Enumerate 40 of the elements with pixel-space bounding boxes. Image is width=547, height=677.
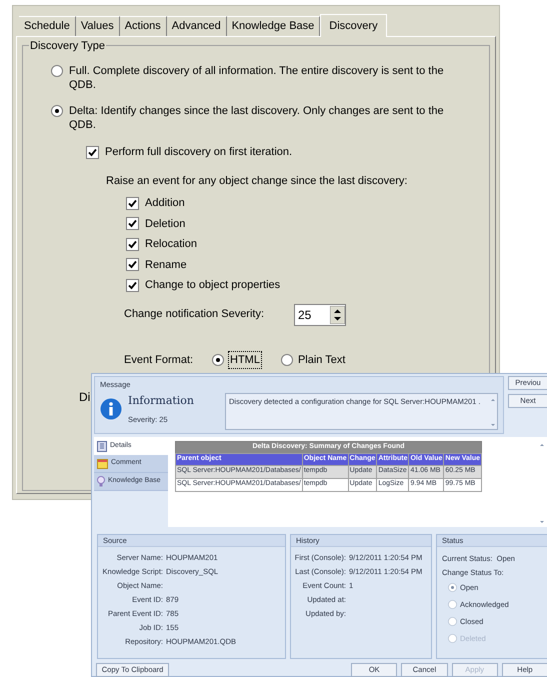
tab[interactable]: Advanced: [166, 16, 227, 36]
checkbox[interactable]: [126, 196, 139, 210]
radio-button[interactable]: [51, 65, 63, 77]
radio-button[interactable]: [448, 583, 457, 592]
radio-button[interactable]: [280, 354, 293, 366]
option-label: Plain Text: [298, 352, 346, 368]
checkbox-label: Deletion: [145, 216, 186, 232]
checkbox[interactable]: [126, 278, 139, 292]
severity-spinner[interactable]: 25: [294, 304, 346, 326]
checkbox-label: Relocation: [145, 237, 197, 252]
document-icon: [97, 440, 107, 452]
radio-button[interactable]: [212, 354, 224, 366]
info-icon: [100, 398, 122, 420]
field-label: Change notification Severity:: [124, 307, 266, 322]
group-title: Discovery Type: [29, 38, 106, 54]
checkbox-label: Addition: [145, 196, 185, 211]
option-label: HTML: [229, 352, 261, 368]
spinner-arrows-icon[interactable]: [330, 306, 345, 324]
radio-button[interactable]: [448, 617, 457, 626]
note-icon: [97, 458, 108, 468]
checkbox-label: Perform full discovery on first iteration.: [105, 145, 292, 160]
checkbox[interactable]: [126, 217, 139, 230]
cut-label: Di: [79, 390, 90, 404]
checkbox[interactable]: [86, 146, 99, 159]
radio-button[interactable]: [51, 105, 63, 117]
option-label: Full. Complete discovery of all information. The entire discovery is sent to the QDB.: [69, 64, 445, 92]
tab[interactable]: Discovery: [320, 14, 387, 37]
checkbox-label: Rename: [145, 258, 187, 272]
tab[interactable]: Values: [76, 16, 120, 36]
lightbulb-icon: [97, 476, 105, 487]
checkbox[interactable]: [126, 258, 139, 272]
tab[interactable]: Schedule: [19, 16, 76, 36]
field-label: Event Format:: [124, 352, 194, 368]
checkbox[interactable]: [126, 238, 139, 251]
instruction-text: Raise an event for any object change since the last discovery:: [106, 174, 408, 186]
event-type: Information: [128, 393, 194, 410]
option-label: Delta: Identify changes since the last discovery. Only changes are sent to the QDB.: [69, 104, 445, 132]
checkbox-label: Change to object properties: [145, 278, 280, 293]
tab[interactable]: Actions: [120, 16, 167, 36]
radio-button[interactable]: [448, 600, 457, 609]
